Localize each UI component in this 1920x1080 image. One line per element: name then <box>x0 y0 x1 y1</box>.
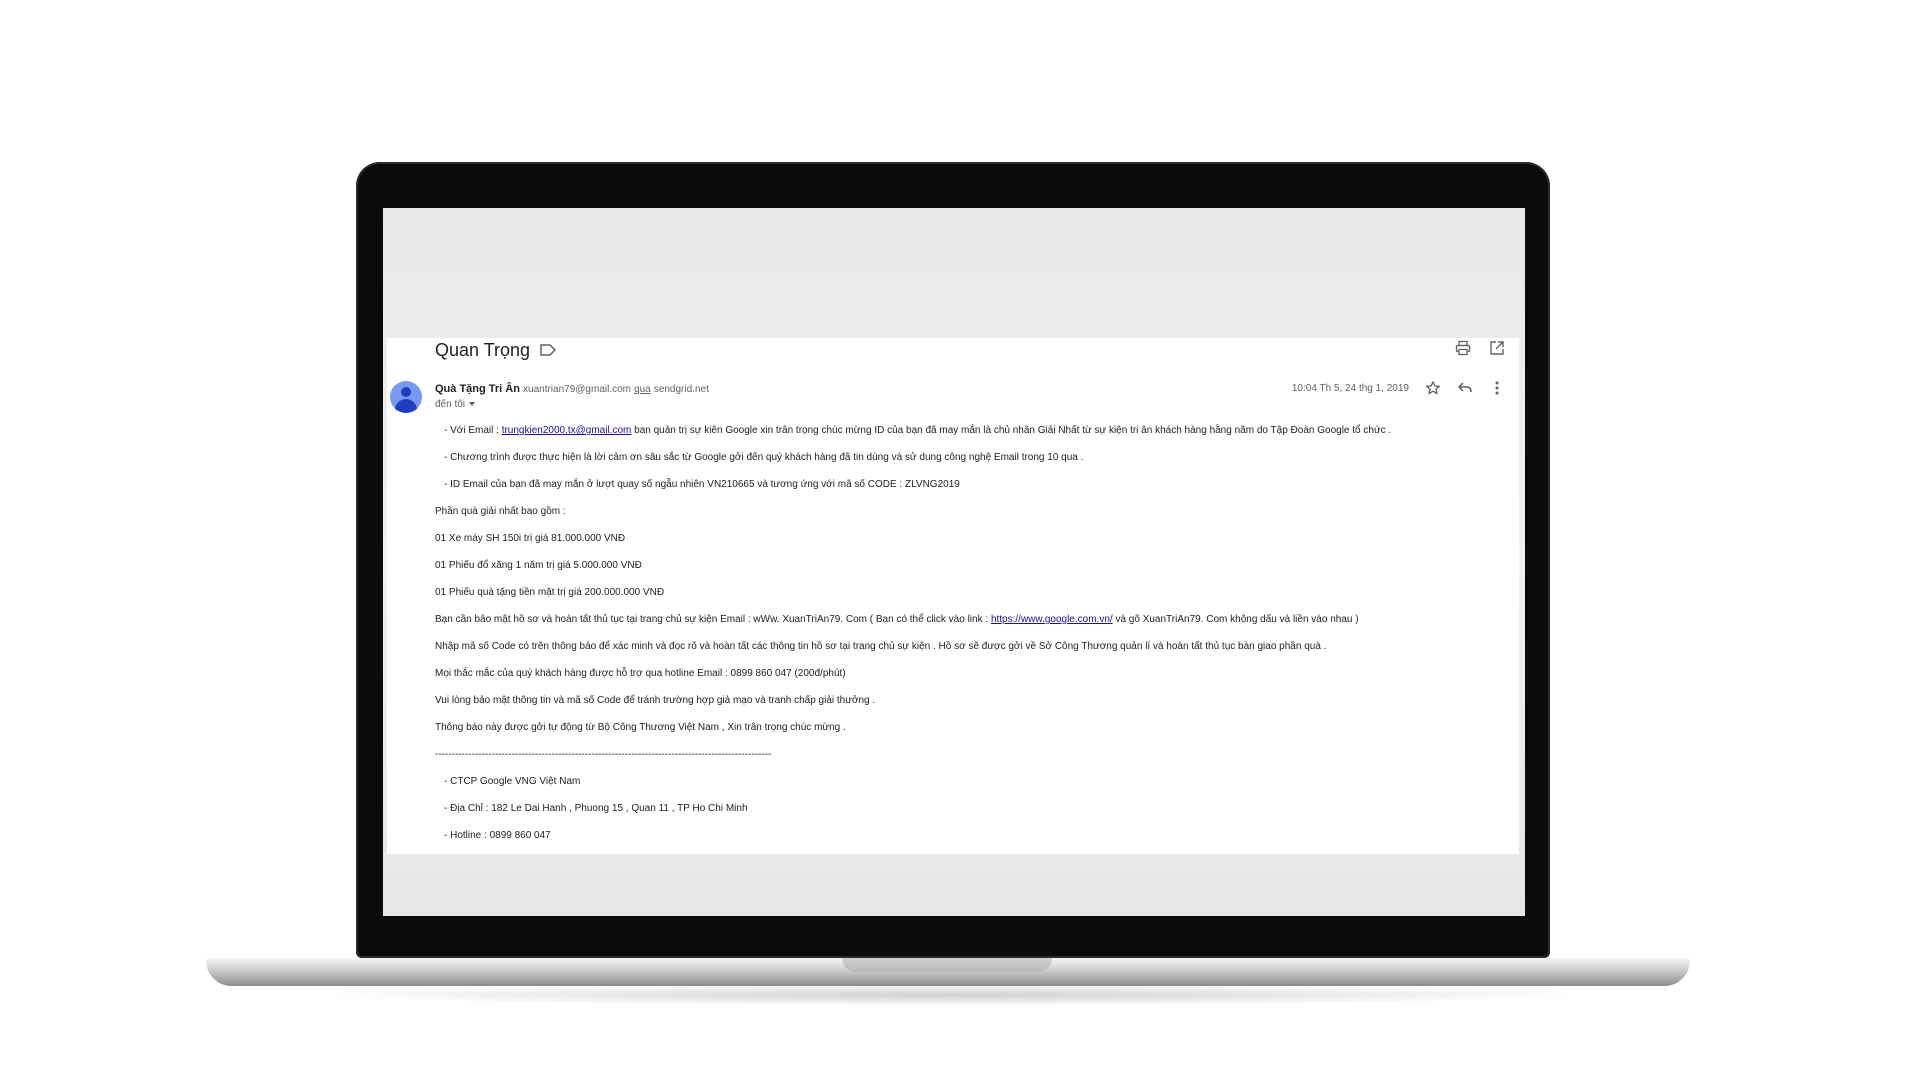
open-new-window-icon[interactable] <box>1489 340 1505 356</box>
body-line: Nhập mã số Code có trên thông báo để xác… <box>435 641 1327 652</box>
body-line: - Hotline : 0899 860 047 <box>444 830 551 841</box>
more-vert-icon[interactable] <box>1489 380 1505 396</box>
star-icon[interactable] <box>1425 380 1441 396</box>
body-line: - Chương trình được thực hiện là lời cảm… <box>444 452 1084 463</box>
reply-icon[interactable] <box>1457 380 1473 396</box>
recipient-toggle[interactable]: đến tôi <box>435 399 476 410</box>
body-line: Phần quà giải nhất bao gồm : <box>435 506 566 517</box>
body-line: Bạn cần bảo mật hồ sơ và hoàn tất thủ tụ… <box>435 614 1359 625</box>
email-body: - Với Email : trungkien2000.tx@gmail.com… <box>435 424 1505 854</box>
avatar-icon[interactable] <box>390 381 422 413</box>
signature-divider: ----------------------------------------… <box>435 749 772 760</box>
body-line: - ID Email của bạn đã may mắn ở lượt qua… <box>444 479 960 490</box>
body-line: - CTCP Google VNG Việt Nam <box>444 776 581 787</box>
via-domain: sendgrid.net <box>653 384 709 395</box>
body-line: - Với Email : trungkien2000.tx@gmail.com… <box>444 425 1392 436</box>
body-line: Vui lòng bảo mật thông tin và mã số Code… <box>435 695 876 706</box>
body-line: 01 Phiếu quà tặng tiền mặt trị giá 200.0… <box>435 587 665 598</box>
sender-line: Quà Tặng Tri Ân xuantrian79@gmail.com qu… <box>435 383 709 395</box>
caret-down-icon[interactable] <box>469 402 476 407</box>
top-actions <box>1455 340 1505 356</box>
to-label: đến tôi <box>435 399 466 410</box>
message-meta: 10:04 Th 5, 24 thg 1, 2019 <box>1292 380 1505 396</box>
sender-email: xuantrian79@gmail.com <box>523 384 631 395</box>
body-line: - Địa Chỉ : 182 Le Dai Hanh , Phuong 15 … <box>444 803 748 814</box>
subject-row: Quan Trọng <box>435 338 557 362</box>
body-line: Mọi thắc mắc của quý khách hàng được hỗ … <box>435 668 846 679</box>
google-link[interactable]: https://www.google.com.vn/ <box>991 614 1113 625</box>
body-line: 01 Xe máy SH 150i trị giá 81.000.000 VNĐ <box>435 533 626 544</box>
sender-name[interactable]: Quà Tặng Tri Ân <box>435 383 520 395</box>
laptop-shadow <box>300 984 1600 1006</box>
label-icon[interactable] <box>540 344 557 356</box>
email-date: 10:04 Th 5, 24 thg 1, 2019 <box>1291 382 1409 394</box>
email-link[interactable]: trungkien2000.tx@gmail.com <box>502 425 632 436</box>
email-subject: Quan Trọng <box>435 339 531 360</box>
body-line: Thông báo này được gởi tự động từ Bộ Côn… <box>435 722 846 733</box>
email-view: Quan Trọng Quà Tặng Tri Ân xuantrian79@g… <box>387 338 1519 854</box>
print-icon[interactable] <box>1455 340 1471 356</box>
laptop-notch <box>842 958 1052 972</box>
via-label[interactable]: qua <box>634 384 651 395</box>
body-line: 01 Phiếu đổ xăng 1 năm trị giá 5.000.000… <box>435 560 642 571</box>
